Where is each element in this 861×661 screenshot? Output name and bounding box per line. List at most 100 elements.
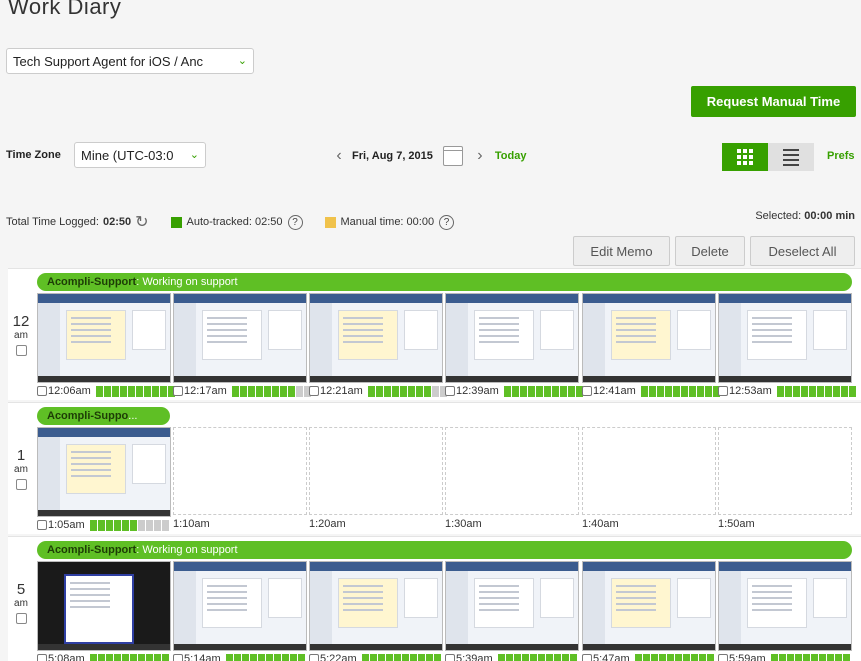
screenshot-thumbnail[interactable] [37,427,171,517]
screenshot-cell[interactable]: 5:14am [173,561,307,661]
refresh-icon[interactable]: ↻ [135,212,148,232]
activity-segment [257,653,265,661]
hour-checkbox[interactable] [15,345,27,356]
hour-checkbox[interactable] [15,613,27,624]
screenshot-thumbnail[interactable] [582,293,716,383]
help-icon[interactable]: ? [439,214,455,230]
memo-bar[interactable]: Acompli-Suppo... [37,407,170,425]
screenshot-checkbox[interactable] [445,654,455,661]
screenshot-checkbox[interactable] [173,654,183,661]
activity-meter [95,385,175,397]
screenshot-cell[interactable]: 5:47am [582,561,716,661]
hour-ampm: am [14,598,28,609]
activity-segment [672,385,680,397]
screenshot-cell[interactable]: 1:05am [37,427,171,532]
prev-day-icon[interactable]: ‹ [332,147,346,165]
delete-button[interactable]: Delete [675,236,745,266]
screenshot-checkbox[interactable] [37,520,47,530]
screenshot-cell[interactable]: 12:53am [718,293,856,398]
screenshot-cell[interactable]: 12:41am [582,293,720,398]
activity-segment [569,653,577,661]
activity-meter [89,653,169,661]
activity-meter [640,385,720,397]
activity-segment [289,653,297,661]
screenshot-time: 12:21am [320,385,363,397]
calendar-icon[interactable] [442,146,463,166]
screenshot-cell[interactable]: 12:21am [309,293,447,398]
memo-bar[interactable]: Acompli-Support: Working on support [37,541,852,559]
activity-segment [545,653,553,661]
screenshot-thumbnail[interactable] [445,561,579,651]
activity-segment [784,385,792,397]
activity-segment [297,653,305,661]
contract-select[interactable]: Tech Support Agent for iOS / Anc ⌄ [6,48,254,74]
screenshot-cell[interactable]: 12:39am [445,293,583,398]
screenshot-checkbox[interactable] [37,386,47,396]
activity-segment [231,385,239,397]
empty-slot-time: 1:10am [173,518,210,530]
screenshot-cell[interactable]: 5:22am [309,561,443,661]
activity-segment [263,385,271,397]
screenshot-footer: 5:47am [582,652,716,661]
activity-segment [383,385,391,397]
screenshot-thumbnail[interactable] [309,293,443,383]
help-icon[interactable]: ? [287,214,303,230]
activity-meter [503,385,583,397]
screenshot-cell[interactable]: 5:59am [718,561,852,661]
memo-app: Acompli-Suppo [47,410,129,422]
screenshot-thumbnail[interactable] [37,561,171,651]
screenshot-thumbnail[interactable] [445,293,579,383]
time-zone-select[interactable]: Mine (UTC-03:0 ⌄ [74,142,206,168]
hour-label: 5 am [8,581,34,624]
screenshot-checkbox[interactable] [173,386,183,396]
time-summary: Total Time Logged: 02:50 ↻ Auto-tracked:… [6,212,455,232]
grid-view-button[interactable] [722,143,768,171]
screenshot-cell[interactable]: 5:39am [445,561,579,661]
screenshot-time: 12:39am [456,385,499,397]
activity-segment [119,385,127,397]
activity-segment [255,385,263,397]
screenshot-checkbox[interactable] [445,386,455,396]
screenshot-thumbnail[interactable] [718,293,852,383]
activity-segment [89,653,97,661]
screenshot-thumbnail[interactable] [37,293,171,383]
screenshot-cell[interactable]: 12:06am [37,293,175,398]
empty-slot [582,427,716,515]
list-icon [783,148,799,166]
screenshot-thumbnail[interactable] [718,561,852,651]
screenshot-thumbnail[interactable] [173,561,307,651]
activity-segment [135,385,143,397]
screenshot-thumbnail[interactable] [582,561,716,651]
selected-label: Selected: [755,210,802,222]
screenshot-checkbox[interactable] [309,654,319,661]
screenshot-time: 12:06am [48,385,91,397]
screenshot-checkbox[interactable] [37,654,47,661]
screenshot-thumbnail[interactable] [309,561,443,651]
list-view-button[interactable] [768,143,814,171]
auto-tracked-swatch [170,216,182,228]
activity-segment [103,385,111,397]
deselect-all-button[interactable]: Deselect All [750,236,855,266]
memo-text: Working on support [142,276,238,288]
edit-memo-button[interactable]: Edit Memo [573,236,670,266]
empty-slot [445,427,579,515]
activity-segment [433,653,441,661]
screenshot-checkbox[interactable] [582,654,592,661]
screenshot-checkbox[interactable] [718,654,728,661]
activity-segment [537,653,545,661]
hour-checkbox[interactable] [15,479,27,490]
screenshot-time: 12:53am [729,385,772,397]
screenshot-thumbnail[interactable] [173,293,307,383]
activity-segment [690,653,698,661]
next-day-icon[interactable]: › [473,147,487,165]
screenshot-checkbox[interactable] [309,386,319,396]
today-link[interactable]: Today [495,150,527,162]
activity-segment [497,653,505,661]
request-manual-time-button[interactable]: Request Manual Time [691,86,856,117]
prefs-link[interactable]: Prefs [827,150,855,162]
screenshot-checkbox[interactable] [718,386,728,396]
screenshot-checkbox[interactable] [582,386,592,396]
screenshot-cell[interactable]: 12:17am [173,293,311,398]
screenshot-cell[interactable]: 5:08am [37,561,171,661]
memo-bar[interactable]: Acompli-Support: Working on support [37,273,852,291]
